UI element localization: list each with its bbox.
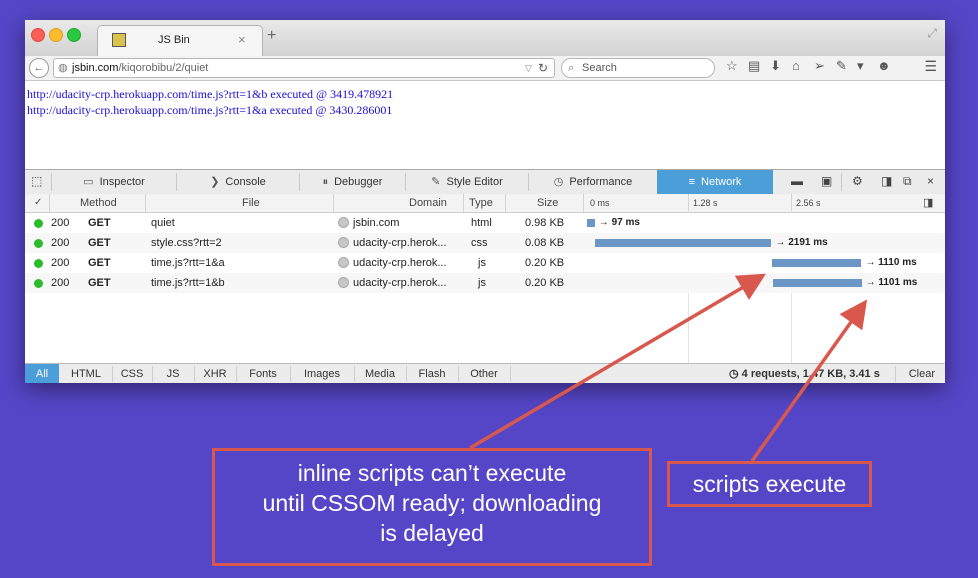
annotation-line: inline scripts can’t execute [297,460,567,486]
annotation-cssom-blocking: inline scripts can’t execute until CSSOM… [212,448,652,566]
arrow-to-time-js-a [469,273,767,450]
annotation-scripts-execute: scripts execute [667,461,872,507]
annotation-line: is delayed [380,520,484,546]
arrow-to-time-js-b [750,299,868,463]
annotation-line: until CSSOM ready; downloading [262,490,602,516]
